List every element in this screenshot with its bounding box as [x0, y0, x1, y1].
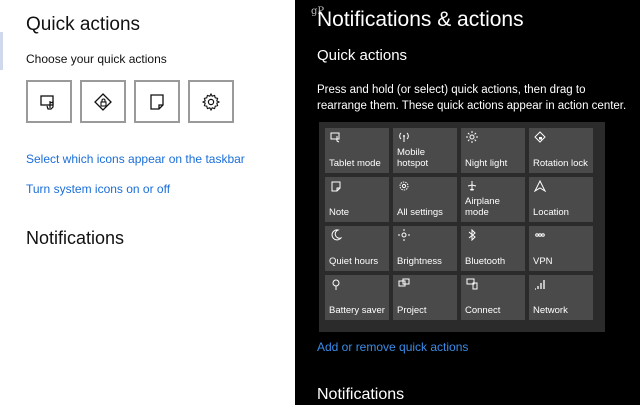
action-tile-label: Rotation lock	[533, 158, 588, 169]
quick-actions-row	[26, 80, 234, 123]
action-tile-label: Mobile hotspot	[397, 147, 429, 169]
notifications-heading-right: Notifications	[317, 386, 405, 403]
action-tile-brightness[interactable]: Brightness	[393, 226, 457, 271]
page-title: Notifications & actions	[317, 8, 524, 31]
action-tile-project[interactable]: Project	[393, 275, 457, 320]
system-icons-link[interactable]: Turn system icons on or off	[26, 182, 170, 196]
battery-saver-icon	[329, 278, 342, 291]
action-tile-label: Battery saver	[329, 305, 385, 316]
rotation-lock-icon	[533, 131, 546, 144]
action-tile-label: Tablet mode	[329, 158, 381, 169]
quick-action-note[interactable]	[134, 80, 180, 123]
action-tile-label: Note	[329, 207, 350, 218]
right-panel: gP Notifications & actions Quick actions…	[295, 0, 640, 405]
quick-action-tablet-mode[interactable]	[26, 80, 72, 123]
left-subtitle: Choose your quick actions	[26, 52, 167, 66]
location-icon	[533, 179, 546, 193]
project-icon	[397, 278, 410, 291]
note-icon	[150, 93, 164, 110]
quick-actions-description: Press and hold (or select) quick actions…	[317, 84, 627, 112]
action-tile-label: VPN	[533, 256, 553, 267]
all-settings-icon	[201, 92, 221, 111]
taskbar-icons-link[interactable]: Select which icons appear on the taskbar	[26, 152, 245, 166]
left-panel: Quick actions Choose your quick actions	[0, 0, 295, 405]
action-tile-label: Network	[533, 305, 568, 316]
add-remove-quick-actions-link[interactable]: Add or remove quick actions	[317, 340, 468, 354]
action-tile-connect[interactable]: Connect	[461, 275, 525, 320]
action-tile-vpn[interactable]: VPN	[529, 226, 593, 271]
action-tile-label: Quiet hours	[329, 256, 379, 267]
bluetooth-icon	[465, 228, 478, 242]
hotspot-icon	[397, 131, 410, 144]
tablet-mode-icon	[40, 94, 54, 110]
action-tile-note[interactable]: Note	[325, 177, 389, 222]
action-tile-label: Bluetooth	[465, 256, 506, 267]
network-icon	[533, 278, 546, 291]
connect-icon	[465, 278, 478, 291]
action-tile-label: Connect	[465, 305, 501, 316]
action-tile-tablet-mode[interactable]: Tablet mode	[325, 128, 389, 173]
action-tile-battery-saver[interactable]: Battery saver	[325, 275, 389, 320]
quick-action-all-settings[interactable]	[188, 80, 234, 123]
action-tile-label: Brightness	[397, 256, 442, 267]
action-tile-label: Airplane mode	[465, 196, 500, 218]
action-tile-quiet-hours[interactable]: Quiet hours	[325, 226, 389, 271]
action-tile-network[interactable]: Network	[529, 275, 593, 320]
left-title: Quick actions	[26, 14, 141, 35]
notifications-heading-left: Notifications	[26, 228, 125, 248]
action-tile-bluetooth[interactable]: Bluetooth	[461, 226, 525, 271]
airplane-icon	[465, 180, 478, 193]
quick-action-rotation-lock[interactable]	[80, 80, 126, 123]
action-tile-label: Location	[533, 207, 569, 218]
vpn-icon	[533, 229, 546, 242]
action-tile-label: All settings	[397, 207, 443, 218]
action-tile-label: Project	[397, 305, 427, 316]
action-tile-airplane-mode[interactable]: Airplane mode	[461, 177, 525, 222]
action-tile-mobile-hotspot[interactable]: Mobile hotspot	[393, 128, 457, 173]
action-tile-location[interactable]: Location	[529, 177, 593, 222]
brightness-icon	[397, 229, 410, 242]
quick-actions-heading: Quick actions	[317, 47, 408, 64]
action-tile-all-settings[interactable]: All settings	[393, 177, 457, 222]
note-icon	[329, 180, 342, 193]
moon-icon	[329, 229, 342, 242]
action-tile-label: Night light	[465, 158, 508, 169]
action-center-grid: Tablet mode Mobile hotspot Night light Rota…	[319, 122, 605, 332]
rotation-lock-icon	[94, 92, 112, 111]
sun-icon	[465, 131, 478, 144]
action-tile-night-light[interactable]: Night light	[461, 128, 525, 173]
action-tile-rotation-lock[interactable]: Rotation lock	[529, 128, 593, 173]
selection-indicator	[0, 32, 3, 70]
tablet-mode-icon	[329, 131, 342, 144]
gear-icon	[397, 180, 410, 193]
